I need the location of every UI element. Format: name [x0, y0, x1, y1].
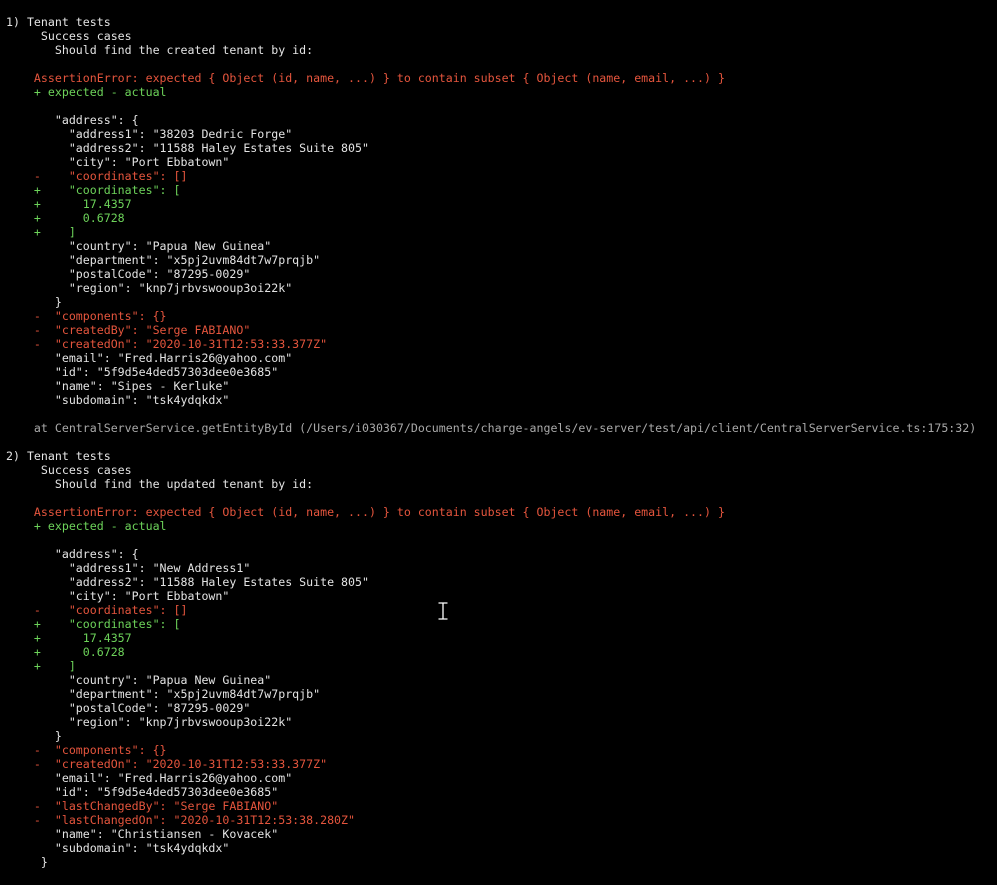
terminal-line: "region": "knp7jrbvswooup3oi22k" — [6, 281, 293, 295]
terminal-line: + expected - actual — [6, 519, 167, 533]
terminal-line: "address1": "New Address1" — [6, 561, 251, 575]
terminal-line: 2) Tenant tests — [6, 449, 111, 463]
terminal-line: "address": { — [6, 547, 139, 561]
terminal-line: - "createdBy": "Serge FABIANO" — [6, 323, 251, 337]
terminal-line: - "coordinates": [] — [6, 603, 188, 617]
terminal-line: Success cases — [6, 29, 132, 43]
terminal-line: - "lastChangedOn": "2020-10-31T12:53:38.… — [6, 813, 356, 827]
terminal-line: } — [6, 295, 62, 309]
terminal-line: + 17.4357 — [6, 197, 132, 211]
terminal-line: + 0.6728 — [6, 645, 125, 659]
terminal-line: AssertionError: expected { Object (id, n… — [6, 71, 725, 85]
terminal-line: + ] — [6, 225, 76, 239]
terminal-line: - "lastChangedBy": "Serge FABIANO" — [6, 799, 279, 813]
terminal-line: "address": { — [6, 113, 139, 127]
terminal-line: "department": "x5pj2uvm84dt7w7prqjb" — [6, 687, 321, 701]
terminal-line: - "components": {} — [6, 743, 167, 757]
terminal-line: "address2": "11588 Haley Estates Suite 8… — [6, 575, 369, 589]
terminal-line: "name": "Christiansen - Kovacek" — [6, 827, 279, 841]
terminal-line: - "components": {} — [6, 309, 167, 323]
terminal-line: "city": "Port Ebbatown" — [6, 155, 230, 169]
terminal-line: "country": "Papua New Guinea" — [6, 239, 272, 253]
terminal-line: + expected - actual — [6, 85, 167, 99]
terminal-lines: 1) Tenant tests Success cases Should fin… — [0, 15, 997, 869]
terminal-line: Should find the created tenant by id: — [6, 43, 314, 57]
terminal-line: - "createdOn": "2020-10-31T12:53:33.377Z… — [6, 337, 328, 351]
terminal-line: "subdomain": "tsk4ydqkdx" — [6, 841, 230, 855]
terminal-line: + "coordinates": [ — [6, 617, 181, 631]
terminal-line: + 0.6728 — [6, 211, 125, 225]
terminal-line: "email": "Fred.Harris26@yahoo.com" — [6, 771, 293, 785]
terminal-line: + "coordinates": [ — [6, 183, 181, 197]
terminal-line: at CentralServerService.getEntityById (/… — [6, 421, 977, 435]
terminal-line: "email": "Fred.Harris26@yahoo.com" — [6, 351, 293, 365]
terminal-line: "country": "Papua New Guinea" — [6, 673, 272, 687]
terminal-line: "address1": "38203 Dedric Forge" — [6, 127, 293, 141]
terminal-line: Success cases — [6, 463, 132, 477]
terminal-line: + 17.4357 — [6, 631, 132, 645]
terminal-line: "address2": "11588 Haley Estates Suite 8… — [6, 141, 369, 155]
text-cursor-icon — [437, 602, 449, 620]
terminal-line: 1) Tenant tests — [6, 15, 111, 29]
terminal-output[interactable]: 1) Tenant tests Success cases Should fin… — [0, 0, 997, 885]
terminal-line: + ] — [6, 659, 76, 673]
terminal-line: Should find the updated tenant by id: — [6, 477, 314, 491]
terminal-line: "city": "Port Ebbatown" — [6, 589, 230, 603]
terminal-line: "id": "5f9d5e4ded57303dee0e3685" — [6, 785, 279, 799]
terminal-line: "id": "5f9d5e4ded57303dee0e3685" — [6, 365, 279, 379]
terminal-line: "name": "Sipes - Kerluke" — [6, 379, 230, 393]
terminal-line: "department": "x5pj2uvm84dt7w7prqjb" — [6, 253, 321, 267]
terminal-line: } — [6, 729, 62, 743]
terminal-line: "region": "knp7jrbvswooup3oi22k" — [6, 715, 293, 729]
terminal-line: - "coordinates": [] — [6, 169, 188, 183]
terminal-line: "postalCode": "87295-0029" — [6, 701, 251, 715]
terminal-line: "subdomain": "tsk4ydqkdx" — [6, 393, 230, 407]
terminal-line: } — [6, 855, 48, 869]
terminal-line: "postalCode": "87295-0029" — [6, 267, 251, 281]
terminal-line: - "createdOn": "2020-10-31T12:53:33.377Z… — [6, 757, 328, 771]
terminal-line: AssertionError: expected { Object (id, n… — [6, 505, 725, 519]
